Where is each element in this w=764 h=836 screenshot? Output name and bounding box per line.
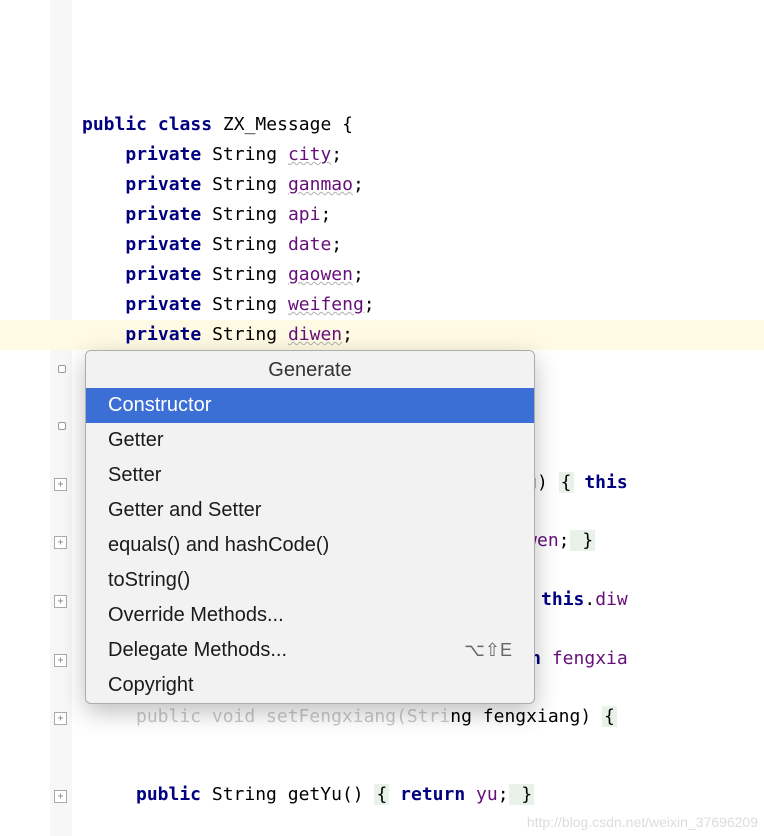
keyword-private: private bbox=[125, 234, 201, 255]
fold-marker-icon[interactable] bbox=[58, 365, 66, 373]
popup-item-copyright[interactable]: Copyright bbox=[86, 668, 534, 703]
class-name: ZX_Message bbox=[223, 114, 331, 135]
popup-title: Generate bbox=[86, 351, 534, 388]
type: String bbox=[212, 324, 277, 345]
type: String bbox=[212, 174, 277, 195]
fold-expand-icon[interactable]: + bbox=[54, 712, 67, 725]
keyword-private: private bbox=[125, 174, 201, 195]
semicolon: ; bbox=[331, 234, 342, 255]
watermark-text: http://blog.csdn.net/weixin_37696209 bbox=[527, 814, 758, 830]
editor-gutter: + + + + + + bbox=[0, 0, 72, 836]
popup-item-label: Getter bbox=[108, 429, 164, 452]
generate-popup: Generate Constructor Getter Setter Gette… bbox=[85, 350, 535, 704]
fold-marker-icon[interactable] bbox=[58, 422, 66, 430]
keyword-private: private bbox=[125, 294, 201, 315]
popup-item-label: Copyright bbox=[108, 674, 194, 697]
popup-item-label: Override Methods... bbox=[108, 604, 284, 627]
popup-item-label: Delegate Methods... bbox=[108, 639, 287, 662]
popup-item-label: Constructor bbox=[108, 394, 211, 417]
keyword-public: public bbox=[82, 114, 147, 135]
semicolon: ; bbox=[353, 264, 364, 285]
keyword-private: private bbox=[125, 144, 201, 165]
popup-item-setter[interactable]: Setter bbox=[86, 458, 534, 493]
type: String bbox=[212, 144, 277, 165]
fold-expand-icon[interactable]: + bbox=[54, 478, 67, 491]
popup-item-getter[interactable]: Getter bbox=[86, 423, 534, 458]
type: String bbox=[212, 204, 277, 225]
code-fragment: public String getYu() { return yu; } bbox=[136, 784, 534, 805]
gutter-strip bbox=[50, 0, 72, 836]
popup-item-constructor[interactable]: Constructor bbox=[86, 388, 534, 423]
semicolon: ; bbox=[353, 174, 364, 195]
semicolon: ; bbox=[364, 294, 375, 315]
code-fragment: public void setFengxiang(String fengxian… bbox=[136, 706, 617, 727]
field-name: date bbox=[288, 234, 331, 255]
popup-item-tostring[interactable]: toString() bbox=[86, 563, 534, 598]
field-name: city bbox=[288, 144, 331, 165]
popup-item-label: Getter and Setter bbox=[108, 499, 261, 522]
brace-open: { bbox=[342, 114, 353, 135]
popup-item-label: equals() and hashCode() bbox=[108, 534, 329, 557]
semicolon: ; bbox=[320, 204, 331, 225]
field-name: api bbox=[288, 204, 321, 225]
semicolon: ; bbox=[342, 324, 353, 345]
popup-item-delegate-methods[interactable]: Delegate Methods... ⌥⇧E bbox=[86, 633, 534, 668]
keyword-private: private bbox=[125, 264, 201, 285]
fold-expand-icon[interactable]: + bbox=[54, 536, 67, 549]
popup-item-getter-setter[interactable]: Getter and Setter bbox=[86, 493, 534, 528]
popup-item-equals-hashcode[interactable]: equals() and hashCode() bbox=[86, 528, 534, 563]
keyword-private: private bbox=[125, 204, 201, 225]
semicolon: ; bbox=[331, 144, 342, 165]
field-name: ganmao bbox=[288, 174, 353, 195]
type: String bbox=[212, 264, 277, 285]
popup-item-override-methods[interactable]: Override Methods... bbox=[86, 598, 534, 633]
popup-shortcut: ⌥⇧E bbox=[464, 640, 512, 661]
fold-expand-icon[interactable]: + bbox=[54, 654, 67, 667]
field-name: diwen bbox=[288, 324, 342, 345]
type: String bbox=[212, 294, 277, 315]
field-name: gaowen bbox=[288, 264, 353, 285]
keyword-private: private bbox=[125, 324, 201, 345]
popup-item-label: Setter bbox=[108, 464, 161, 487]
field-name: weifeng bbox=[288, 294, 364, 315]
popup-item-label: toString() bbox=[108, 569, 190, 592]
keyword-class: class bbox=[158, 114, 212, 135]
fold-expand-icon[interactable]: + bbox=[54, 790, 67, 803]
type: String bbox=[212, 234, 277, 255]
fold-expand-icon[interactable]: + bbox=[54, 595, 67, 608]
